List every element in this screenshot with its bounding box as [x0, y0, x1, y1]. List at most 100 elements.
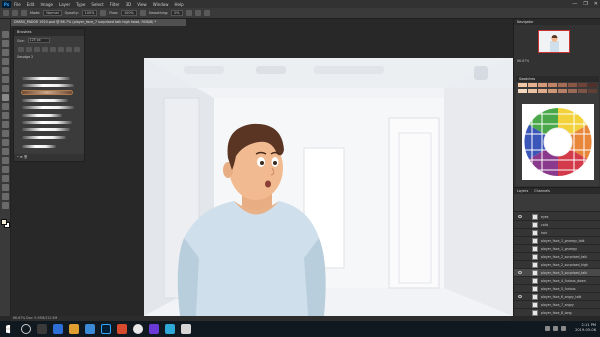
navigator-title[interactable]: Navigator	[514, 19, 600, 25]
gradient-tool-icon[interactable]	[2, 130, 9, 137]
layer-row[interactable]: player_face_4_furious_down	[514, 277, 600, 285]
swatch[interactable]	[558, 89, 567, 93]
brush-stroke-preview[interactable]	[22, 128, 70, 131]
tab-layers[interactable]: Layers	[517, 188, 528, 194]
hand-tool-icon[interactable]	[2, 193, 9, 200]
brush-preset-icon[interactable]	[12, 10, 18, 16]
layer-row[interactable]: player_face_1_grumpy_talk	[514, 237, 600, 245]
eyedropper-tool-icon[interactable]	[2, 76, 9, 83]
layer-row[interactable]: eyes	[514, 213, 600, 221]
eraser-tool-icon[interactable]	[2, 121, 9, 128]
symmetry-icon[interactable]	[203, 10, 210, 16]
file-explorer-icon[interactable]	[69, 324, 79, 334]
edge-icon[interactable]	[53, 324, 63, 334]
brush-preset[interactable]	[74, 47, 80, 52]
brush-tool-icon[interactable]	[3, 10, 9, 16]
swatch[interactable]	[518, 89, 527, 93]
layer-row[interactable]: hair	[514, 229, 600, 237]
brush-stroke-preview[interactable]	[22, 145, 56, 148]
brush-stroke-preview[interactable]	[22, 121, 72, 124]
swatch[interactable]	[578, 83, 587, 87]
swatch[interactable]	[538, 89, 547, 93]
swatch[interactable]	[588, 89, 597, 93]
menu-help[interactable]: Help	[171, 2, 186, 7]
crop-tool-icon[interactable]	[2, 67, 9, 74]
airbrush-icon[interactable]	[139, 10, 146, 16]
photoshop-taskbar-icon[interactable]	[101, 324, 111, 334]
brush-stroke-preview-selected[interactable]	[21, 90, 73, 95]
shape-tool-icon[interactable]	[2, 184, 9, 191]
flow-field[interactable]: 100%	[121, 10, 137, 16]
brush-preset[interactable]	[34, 47, 40, 52]
network-icon[interactable]	[545, 326, 550, 331]
pen-tool-icon[interactable]	[2, 157, 9, 164]
brush-stroke-preview[interactable]	[22, 99, 68, 102]
menu-3d[interactable]: 3D	[123, 2, 135, 7]
menu-window[interactable]: Window	[150, 2, 172, 7]
layer-row[interactable]: player_face_7_angry	[514, 301, 600, 309]
volume-icon[interactable]	[553, 326, 558, 331]
menu-filter[interactable]: Filter	[107, 2, 123, 7]
brush-preset[interactable]	[26, 47, 32, 52]
blur-tool-icon[interactable]	[2, 139, 9, 146]
smoothing-field[interactable]: 0%	[171, 10, 183, 16]
chrome-icon[interactable]	[133, 324, 143, 334]
language-icon[interactable]	[561, 326, 566, 331]
color-wheel[interactable]	[522, 104, 594, 180]
menu-view[interactable]: View	[134, 2, 150, 7]
app-icon[interactable]	[117, 324, 127, 334]
brush-size-field[interactable]: 125 px	[27, 38, 50, 43]
close-button[interactable]: ✕	[594, 0, 598, 8]
swatch[interactable]	[558, 83, 567, 87]
brush-stroke-preview[interactable]	[22, 106, 74, 109]
swatch[interactable]	[548, 89, 557, 93]
brush-preset[interactable]	[66, 47, 72, 52]
swatch[interactable]	[568, 83, 577, 87]
zoom-tool-icon[interactable]	[2, 202, 9, 209]
visibility-eye-icon[interactable]	[518, 215, 522, 218]
swatch[interactable]	[588, 83, 597, 87]
swatch[interactable]	[568, 89, 577, 93]
clone-stamp-tool-icon[interactable]	[2, 103, 9, 110]
search-icon[interactable]	[21, 324, 31, 334]
menu-file[interactable]: File	[11, 2, 24, 7]
quick-select-tool-icon[interactable]	[2, 58, 9, 65]
menu-type[interactable]: Type	[73, 2, 88, 7]
healing-tool-icon[interactable]	[2, 85, 9, 92]
brush-preset[interactable]	[58, 47, 64, 52]
navigator-thumbnail[interactable]	[538, 30, 570, 53]
brushes-footer[interactable]: • ⊞ 🗑	[14, 154, 84, 161]
dodge-tool-icon[interactable]	[2, 148, 9, 155]
layer-row[interactable]: player_face_3_surprised_talk	[514, 269, 600, 277]
swatch[interactable]	[518, 83, 527, 87]
layer-row[interactable]: player_face_2_surprised_talk	[514, 253, 600, 261]
menu-edit[interactable]: Edit	[24, 2, 38, 7]
brush-stroke-preview[interactable]	[22, 114, 62, 117]
brush-preset[interactable]	[42, 47, 48, 52]
brush-tool-icon[interactable]	[2, 94, 9, 101]
path-select-tool-icon[interactable]	[2, 175, 9, 182]
layer-row[interactable]: player_face_5_furious	[514, 285, 600, 293]
layer-row[interactable]: player_face_6_angry_talk	[514, 293, 600, 301]
swatch[interactable]	[578, 89, 587, 93]
menu-select[interactable]: Select	[88, 2, 106, 7]
pressure-opacity-icon[interactable]	[100, 10, 107, 16]
windows-start-icon[interactable]	[6, 324, 11, 334]
app-icon[interactable]	[165, 324, 175, 334]
app-icon[interactable]	[181, 324, 191, 334]
menu-image[interactable]: Image	[37, 2, 56, 7]
brush-stroke-preview[interactable]	[22, 84, 74, 87]
type-tool-icon[interactable]	[2, 166, 9, 173]
task-view-icon[interactable]	[37, 324, 47, 334]
document-tab[interactable]: DYAR0_PAD0R 1920.psd @ 66.7% (player_fac…	[11, 19, 186, 26]
document-canvas[interactable]	[144, 58, 513, 316]
visibility-eye-icon[interactable]	[518, 271, 522, 274]
app-icon[interactable]	[149, 324, 159, 334]
layer-row[interactable]: coils	[514, 221, 600, 229]
lasso-tool-icon[interactable]	[2, 49, 9, 56]
swatch[interactable]	[528, 83, 537, 87]
opacity-field[interactable]: 100%	[81, 10, 98, 16]
swatch[interactable]	[528, 89, 537, 93]
history-brush-tool-icon[interactable]	[2, 112, 9, 119]
maximize-button[interactable]: ❐	[583, 0, 587, 8]
